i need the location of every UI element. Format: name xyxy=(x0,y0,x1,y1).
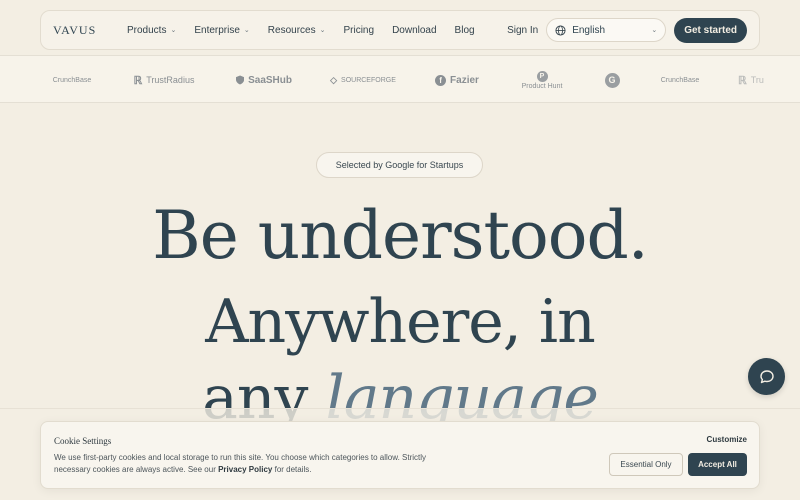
sign-in-link[interactable]: Sign In xyxy=(507,25,538,36)
language-label: English xyxy=(572,24,606,36)
fazier-logo[interactable]: f Fazier xyxy=(432,56,482,102)
trustradius-logo[interactable]: ℝ TrustRadius xyxy=(130,56,198,102)
top-nav: VAVUS Products ⌄ Enterprise ⌄ Resources … xyxy=(40,10,760,50)
cookie-description: We use first-party cookies and local sto… xyxy=(54,452,454,476)
privacy-policy-link[interactable]: Privacy Policy xyxy=(218,465,272,474)
nav-item-products[interactable]: Products ⌄ xyxy=(127,25,176,36)
trustradius-icon: ℝ xyxy=(738,74,747,87)
nav-item-label: Download xyxy=(392,24,437,36)
chevron-down-icon: ⌄ xyxy=(319,27,326,34)
brand-logo[interactable]: VAVUS xyxy=(53,23,127,38)
logo-label: CrunchBase xyxy=(52,76,92,84)
logo-label: Product Hunt xyxy=(521,82,563,90)
chat-bubble-icon xyxy=(759,369,774,383)
nav-item-pricing[interactable]: Pricing xyxy=(343,25,374,36)
accept-all-button[interactable]: Accept All xyxy=(688,453,747,476)
logo-label: Fazier xyxy=(450,74,479,86)
g2-logo[interactable]: G xyxy=(602,56,622,102)
shield-icon xyxy=(236,75,245,85)
logo-label: SaaSHub xyxy=(248,74,292,86)
g2-icon: G xyxy=(604,72,620,88)
saashub-logo[interactable]: SaaSHub xyxy=(236,56,292,102)
nav-item-label: Products xyxy=(127,24,167,36)
main-menu: Products ⌄ Enterprise ⌄ Resources ⌄ Pric… xyxy=(127,25,475,36)
crunchbase-logo[interactable]: CrunchBase xyxy=(660,56,700,102)
logo-label: Tru xyxy=(750,75,764,85)
producthunt-logo[interactable]: P Product Hunt xyxy=(518,56,566,102)
essential-only-button[interactable]: Essential Only xyxy=(609,453,683,476)
globe-icon xyxy=(555,24,566,36)
nav-item-label: Pricing xyxy=(343,24,375,36)
nav-item-label: Blog xyxy=(454,24,475,36)
hero-title-line-1: Be understood. xyxy=(152,197,649,274)
chevron-down-icon: ⌄ xyxy=(243,27,250,34)
get-started-button[interactable]: Get started xyxy=(674,17,747,43)
press-logo-strip: CrunchBase ℝ TrustRadius SaaSHub ◇ SOURC… xyxy=(0,55,800,103)
trustradius-logo[interactable]: ℝ Tru xyxy=(738,56,798,102)
customize-link[interactable]: Customize xyxy=(707,435,747,444)
hero-title-line-2: Anywhere, in xyxy=(205,287,596,357)
nav-item-resources[interactable]: Resources ⌄ xyxy=(268,25,326,36)
diamond-icon: ◇ xyxy=(330,74,338,85)
nav-item-label: Resources xyxy=(267,24,316,36)
google-startups-badge: Selected by Google for Startups xyxy=(316,152,483,178)
nav-item-enterprise[interactable]: Enterprise ⌄ xyxy=(194,25,249,36)
logo-label: TrustRadius xyxy=(146,75,195,85)
fazier-icon: f xyxy=(435,74,447,86)
nav-item-label: Enterprise xyxy=(194,24,240,36)
chevron-down-icon: ⌄ xyxy=(170,27,177,34)
producthunt-icon: P xyxy=(536,70,548,82)
chevron-down-icon: ⌄ xyxy=(651,27,658,34)
logo-label: CrunchBase xyxy=(660,76,700,84)
logo-label: SOURCEFORGE xyxy=(341,76,396,84)
nav-item-download[interactable]: Download xyxy=(392,25,436,36)
cookie-title: Cookie Settings xyxy=(54,436,112,446)
cookie-banner: Cookie Settings We use first-party cooki… xyxy=(40,421,760,489)
language-select[interactable]: English ⌄ xyxy=(546,18,667,42)
crunchbase-logo[interactable]: CrunchBase xyxy=(52,56,92,102)
trustradius-icon: ℝ xyxy=(133,74,143,87)
chat-button[interactable] xyxy=(748,358,785,395)
nav-item-blog[interactable]: Blog xyxy=(455,25,475,36)
sourceforge-logo[interactable]: ◇ SOURCEFORGE xyxy=(330,56,396,102)
cookie-text-after: for details. xyxy=(274,465,312,474)
